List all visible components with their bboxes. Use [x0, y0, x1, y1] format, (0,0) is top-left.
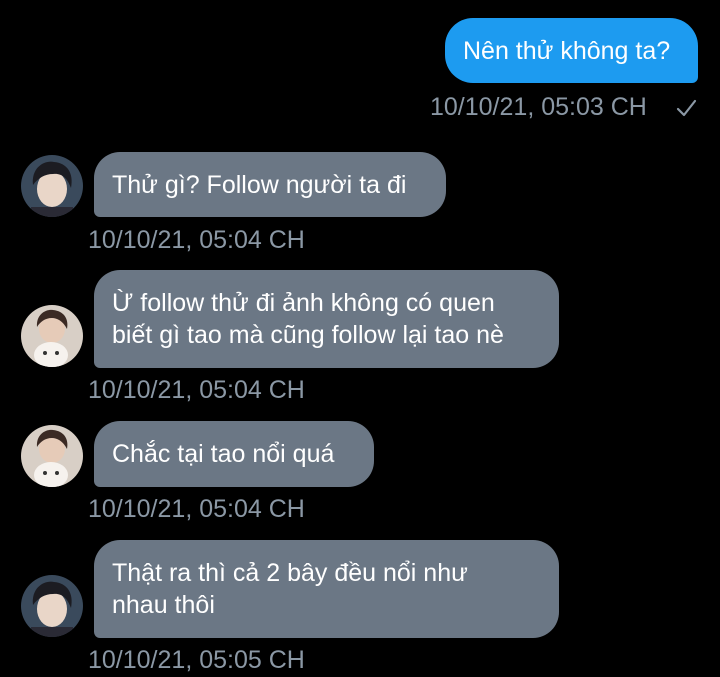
avatar[interactable] [21, 575, 83, 637]
message-timestamp: 10/10/21, 05:05 CH [88, 646, 305, 674]
check-icon [676, 99, 697, 117]
received-message-bubble[interactable]: Ừ follow thử đi ảnh không có quen biết g… [94, 270, 559, 368]
avatar[interactable] [21, 155, 83, 217]
message-timestamp: 10/10/21, 05:03 CH [430, 93, 647, 121]
avatar[interactable] [21, 305, 83, 367]
message-timestamp: 10/10/21, 05:04 CH [88, 376, 305, 404]
received-message-bubble[interactable]: Thật ra thì cả 2 bây đều nổi như nhau th… [94, 540, 559, 638]
sent-message-bubble[interactable]: Nên thử không ta? [445, 18, 698, 83]
message-timestamp: 10/10/21, 05:04 CH [88, 495, 305, 523]
received-message-bubble[interactable]: Thử gì? Follow người ta đi [94, 152, 446, 217]
message-timestamp: 10/10/21, 05:04 CH [88, 226, 305, 254]
avatar[interactable] [21, 425, 83, 487]
received-message-bubble[interactable]: Chắc tại tao nổi quá [94, 421, 374, 487]
